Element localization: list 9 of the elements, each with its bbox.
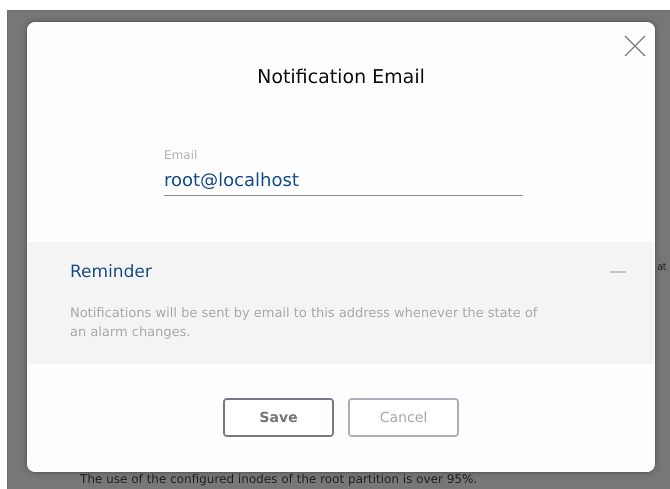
save-button[interactable]: Save xyxy=(223,398,334,437)
background-text: at xyxy=(657,262,666,273)
reminder-title: Reminder xyxy=(70,262,152,282)
close-icon[interactable] xyxy=(623,34,647,58)
background-text: The use of the configured inodes of the root partition is over 95%. xyxy=(80,472,478,486)
field-label: Email xyxy=(164,148,198,162)
email-field[interactable]: root@localhost xyxy=(164,170,523,196)
reminder-text: Notifications will be sent by email to this address whenever the state of an alarm changes. xyxy=(70,305,539,342)
dialog-title: Notification Email xyxy=(257,66,425,88)
